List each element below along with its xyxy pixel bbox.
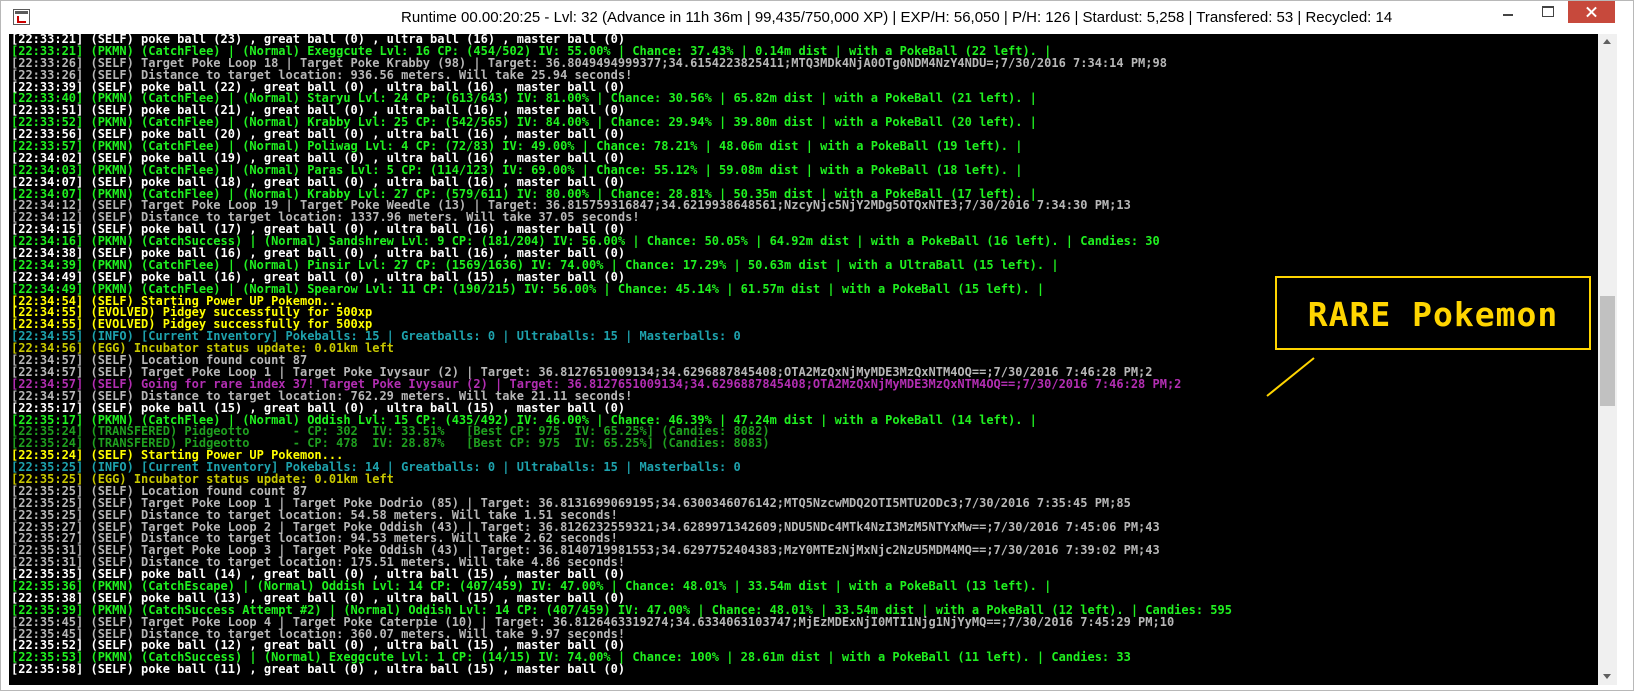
title-bar[interactable]: Runtime 00.00:20:25 - Lvl: 32 (Advance i…: [1, 1, 1633, 34]
close-button[interactable]: [1568, 1, 1615, 23]
console-window: Runtime 00.00:20:25 - Lvl: 32 (Advance i…: [0, 0, 1634, 691]
vertical-scrollbar[interactable]: [1598, 34, 1617, 685]
scrollbar-thumb[interactable]: [1600, 296, 1615, 406]
window-title: Runtime 00.00:20:25 - Lvl: 32 (Advance i…: [401, 9, 1393, 26]
maximize-button[interactable]: [1528, 1, 1568, 23]
scroll-down-arrow-icon[interactable]: [1598, 668, 1617, 685]
console-lines: [22:33:21] (SELF) poke ball (23) , great…: [11, 34, 1596, 685]
callout-label: RARE Pokemon: [1307, 295, 1559, 334]
console-line: [22:35:58] (SELF) poke ball (11) , great…: [11, 662, 626, 677]
console-output[interactable]: [22:33:21] (SELF) poke ball (23) , great…: [9, 34, 1617, 685]
minimize-button[interactable]: [1488, 1, 1528, 23]
console-app-icon[interactable]: [13, 9, 30, 25]
scroll-up-arrow-icon[interactable]: [1598, 34, 1617, 51]
rare-pokemon-callout: RARE Pokemon: [1275, 276, 1591, 350]
